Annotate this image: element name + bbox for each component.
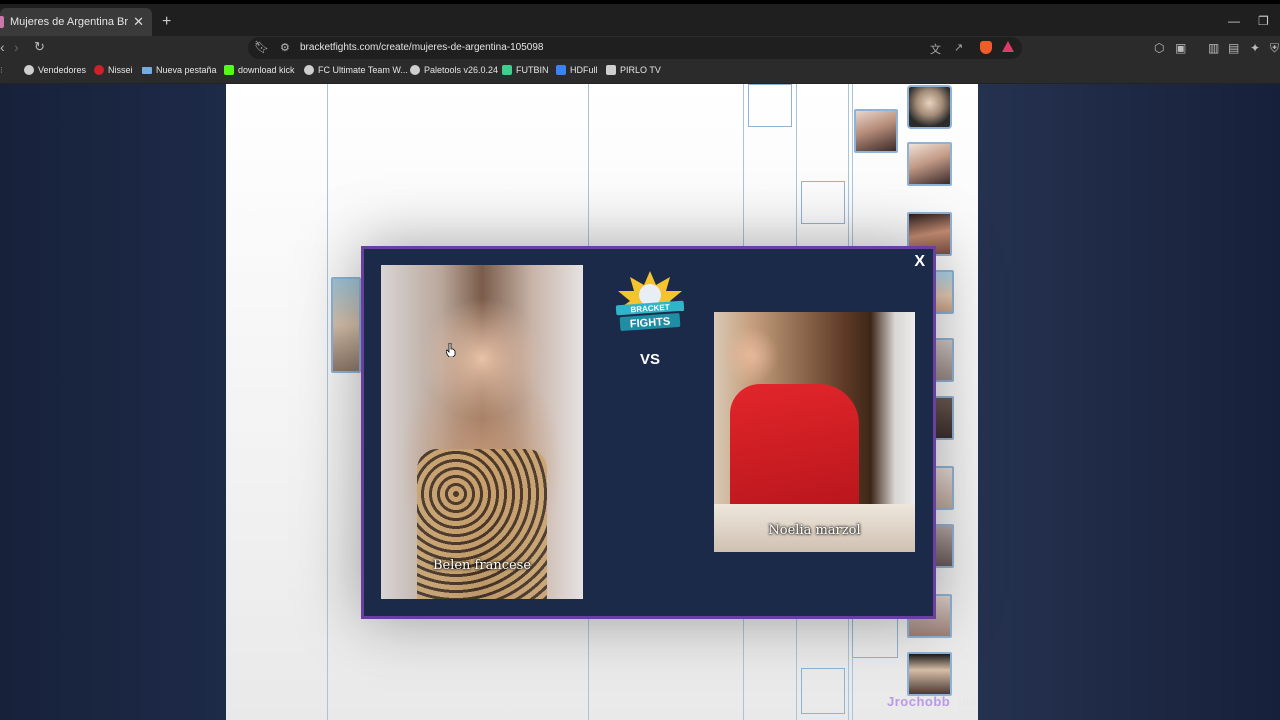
bookmark-pirlo-tv[interactable]: PIRLO TV xyxy=(606,65,661,75)
bookmark-futbin[interactable]: FUTBIN xyxy=(502,65,549,75)
vpn-icon[interactable]: ⛨ xyxy=(1270,41,1279,56)
logo-text-bottom: FIGHTS xyxy=(630,316,671,331)
logo-text-top: BRACKET xyxy=(630,303,670,315)
back-icon[interactable]: ‹ xyxy=(0,40,5,54)
page-left-margin xyxy=(0,84,226,720)
sidebar-icon[interactable]: ▥ xyxy=(1208,41,1219,55)
brave-rewards-icon[interactable] xyxy=(1002,41,1014,52)
bookmark-label: FUTBIN xyxy=(516,65,549,75)
bookmark-label: Nissei xyxy=(108,65,133,75)
restore-button[interactable]: ❐ xyxy=(1258,14,1269,28)
bookmark-paletools[interactable]: Paletools v26.0.24 xyxy=(410,65,498,75)
minimize-button[interactable]: — xyxy=(1228,14,1240,28)
extensions-icon[interactable]: ⬡ xyxy=(1154,41,1164,55)
brave-shields-icon[interactable] xyxy=(980,41,992,54)
address-bar[interactable]: 🔖︎ ⚙︎ bracketfights.com/create/mujeres-d… xyxy=(248,37,1022,59)
page-content: X Belen francese BRACKET FIGHTS VS Noeli… xyxy=(0,84,1280,720)
nissei-icon xyxy=(94,65,104,75)
translate-icon[interactable]: 文 xyxy=(930,41,941,57)
browser-toolbar: ‹ › ↻ 🔖︎ ⚙︎ bracketfights.com/create/muj… xyxy=(0,36,1280,60)
bookmark-hdfull[interactable]: HDFull xyxy=(556,65,598,75)
pirlo-tv-icon xyxy=(606,65,616,75)
tab-title: Mujeres de Argentina Bracket - B xyxy=(10,16,128,28)
bracketfights-logo: BRACKET FIGHTS xyxy=(610,271,690,337)
bookmark-label: FC Ultimate Team W... xyxy=(318,65,408,75)
bookmark-label: PIRLO TV xyxy=(620,65,661,75)
globe-icon xyxy=(24,65,34,75)
watermark-suffix: pia xyxy=(958,694,978,709)
url-text: bracketfights.com/create/mujeres-de-arge… xyxy=(300,42,544,53)
bookmark-nissei[interactable]: Nissei xyxy=(94,65,133,75)
page-right-margin xyxy=(978,84,1280,720)
forward-icon[interactable]: › xyxy=(14,40,19,54)
site-info-icon[interactable]: ⚙︎ xyxy=(280,41,290,54)
bookmark-label: Nueva pestaña xyxy=(156,65,217,75)
leo-ai-icon[interactable]: ✦ xyxy=(1250,41,1260,55)
hand-cursor-icon xyxy=(446,343,456,357)
bracket-slot[interactable] xyxy=(801,668,845,714)
contestant-left[interactable]: Belen francese xyxy=(381,265,583,599)
browser-tab[interactable]: Mujeres de Argentina Bracket - B ✕ xyxy=(0,8,152,36)
bookmarks-bar: ⁝ Vendedores Nissei Nueva pestaña downlo… xyxy=(0,60,1280,84)
argentina-flag-icon xyxy=(142,66,152,74)
globe-icon xyxy=(410,65,420,75)
share-icon[interactable]: ↗ xyxy=(954,41,963,54)
globe-icon xyxy=(304,65,314,75)
futbin-icon xyxy=(502,65,512,75)
bracket-entry-thumbnail[interactable] xyxy=(854,109,898,153)
bracket-entry-thumbnail[interactable] xyxy=(907,142,952,186)
apps-icon[interactable]: ⁝ xyxy=(0,65,3,76)
watermark-handle: Jrochobb xyxy=(887,694,951,709)
bracket-entry-thumbnail[interactable] xyxy=(907,652,952,696)
bracket-entry-thumbnail[interactable] xyxy=(331,277,361,373)
tab-search-icon[interactable]: ▣ xyxy=(1175,41,1186,55)
browser-tab-bar: Mujeres de Argentina Bracket - B ✕ + — ❐ xyxy=(0,0,1280,36)
streamer-watermark: Jrochobb pia xyxy=(887,694,977,709)
bookmark-fc-ultimate-team[interactable]: FC Ultimate Team W... xyxy=(304,65,408,75)
bookmark-vendedores[interactable]: Vendedores xyxy=(24,65,86,75)
vs-label: VS xyxy=(639,351,660,368)
bookmark-download-kick[interactable]: download kick xyxy=(224,65,295,75)
bracket-line xyxy=(327,84,328,720)
contestant-name: Belen francese xyxy=(432,558,532,573)
tab-favicon-icon xyxy=(0,16,4,28)
kick-icon xyxy=(224,65,234,75)
bookmark-label: download kick xyxy=(238,65,295,75)
bookmark-icon[interactable]: 🔖︎ xyxy=(254,40,269,54)
bookmark-label: Paletools v26.0.24 xyxy=(424,65,499,75)
bracket-entry-thumbnail[interactable] xyxy=(907,85,952,129)
bracket-slot[interactable] xyxy=(801,181,845,224)
bookmark-nueva-pestana[interactable]: Nueva pestaña xyxy=(142,65,217,75)
new-tab-button[interactable]: + xyxy=(162,14,171,30)
close-button[interactable]: X xyxy=(914,253,925,271)
bookmark-label: Vendedores xyxy=(38,65,87,75)
leopard-outfit xyxy=(417,448,547,599)
tab-close-icon[interactable]: ✕ xyxy=(133,14,144,30)
hdfull-icon xyxy=(556,65,566,75)
reload-icon[interactable]: ↻ xyxy=(34,40,45,54)
bookmark-label: HDFull xyxy=(570,65,598,75)
wallet-icon[interactable]: ▤ xyxy=(1228,41,1239,55)
matchup-modal: X Belen francese BRACKET FIGHTS VS Noeli… xyxy=(361,246,936,619)
contestant-right[interactable]: Noelia marzol xyxy=(714,312,915,552)
contestant-name: Noelia marzol xyxy=(768,523,861,538)
bracket-slot[interactable] xyxy=(748,84,792,127)
